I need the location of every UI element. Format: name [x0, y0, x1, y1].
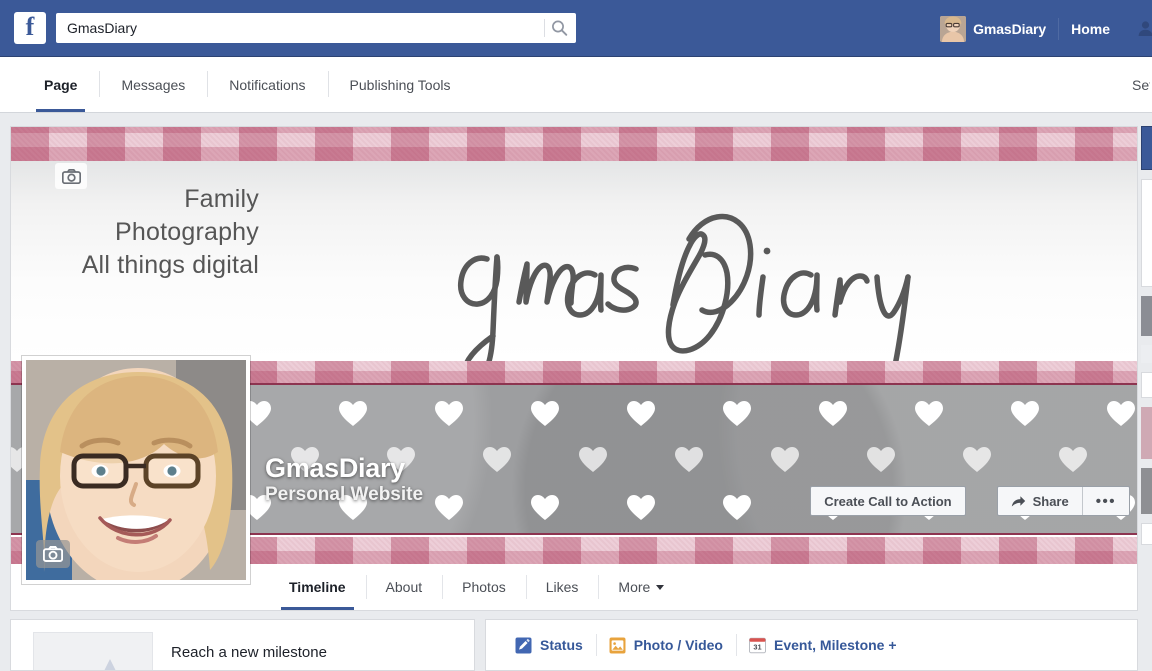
account-name-link[interactable]: GmasDiary: [973, 21, 1046, 37]
search-divider: [544, 19, 545, 37]
subnav-item-messages[interactable]: Messages: [99, 57, 207, 112]
edit-cover-camera-icon[interactable]: [55, 163, 87, 189]
tab-likes[interactable]: Likes: [525, 564, 599, 610]
create-call-to-action-label: Create Call to Action: [824, 493, 952, 509]
tab-label-photos: Photos: [462, 579, 506, 595]
more-options-button[interactable]: •••: [1081, 487, 1129, 515]
share-button-group: Share •••: [996, 486, 1130, 516]
subnav-right-group: Settings: [1132, 57, 1152, 112]
ellipsis-icon: •••: [1095, 492, 1116, 510]
friend-requests-icon[interactable]: [1130, 15, 1152, 43]
search-bar[interactable]: [56, 13, 576, 43]
facebook-logo-icon[interactable]: f: [14, 12, 46, 44]
sidebar-footer-card[interactable]: [1141, 523, 1152, 545]
sidebar-media-card[interactable]: [1141, 296, 1152, 336]
tab-label-about: About: [385, 579, 423, 595]
tab-label-more: More: [618, 579, 651, 595]
search-input[interactable]: [56, 13, 576, 43]
search-icon[interactable]: [551, 20, 568, 37]
page-admin-nav-items: Page Messages Notifications Publishing T…: [22, 57, 472, 112]
sidebar-photo-thumb-2[interactable]: [1141, 468, 1152, 514]
subnav-item-settings[interactable]: Settings: [1132, 77, 1150, 93]
svg-text:31: 31: [753, 642, 761, 651]
subnav-label-page: Page: [44, 76, 78, 93]
tab-timeline[interactable]: Timeline: [269, 564, 366, 610]
composer-photo-video-button[interactable]: Photo / Video: [595, 632, 736, 658]
tab-more[interactable]: More: [598, 564, 684, 610]
share-button[interactable]: Share: [998, 487, 1082, 515]
composer-status-button[interactable]: Status: [502, 632, 596, 658]
home-link[interactable]: Home: [1071, 21, 1110, 37]
post-composer: Status Photo / Video 31 Event, Milestone…: [485, 619, 1138, 671]
subnav-label-messages: Messages: [121, 76, 186, 93]
subnav-item-page[interactable]: Page: [22, 57, 99, 112]
page-category: Personal Website: [265, 484, 424, 506]
share-arrow-icon: [1011, 495, 1026, 508]
cover-action-buttons: Create Call to Action Share •••: [810, 486, 1130, 516]
share-label: Share: [1032, 493, 1069, 509]
profile-picture[interactable]: [22, 356, 250, 584]
page-admin-navigation: Page Messages Notifications Publishing T…: [0, 57, 1152, 113]
facebook-top-navigation-bar: f GmasDiary Home: [0, 0, 1152, 57]
cover-tagline-line-1: Family: [184, 185, 259, 213]
composer-photo-video-label: Photo / Video: [633, 637, 723, 653]
cover-tagline-line-2: Photography: [115, 218, 259, 246]
sidebar-divider-card: [1141, 345, 1152, 363]
tab-label-likes: Likes: [545, 579, 579, 595]
sidebar-section-heading: [1141, 372, 1152, 398]
milestone-suggestion-card[interactable]: Reach a new milestone: [10, 619, 475, 671]
edit-profile-picture-camera-icon[interactable]: [36, 540, 70, 568]
tab-about[interactable]: About: [365, 564, 443, 610]
photo-icon: [609, 637, 626, 654]
calendar-icon: 31: [749, 637, 766, 654]
create-call-to-action-button[interactable]: Create Call to Action: [810, 486, 966, 516]
cover-gingham-top-band: [11, 127, 1137, 161]
right-sidebar-column: [1141, 126, 1152, 648]
tab-label-timeline: Timeline: [289, 579, 346, 595]
subnav-item-notifications[interactable]: Notifications: [207, 57, 327, 112]
page-content-area: Family Photography All things digital Gm…: [0, 113, 1152, 671]
milestone-thumbnail: [33, 632, 153, 670]
page-tab-items: Timeline About Photos Likes More: [269, 564, 684, 610]
subnav-label-publishing-tools: Publishing Tools: [349, 76, 451, 93]
subnav-label-notifications: Notifications: [229, 76, 306, 93]
tab-photos[interactable]: Photos: [442, 564, 526, 610]
subnav-item-publishing-tools[interactable]: Publishing Tools: [327, 57, 473, 112]
account-avatar[interactable]: [940, 15, 967, 42]
sidebar-photo-thumb-1[interactable]: [1141, 407, 1152, 459]
cover-tagline-line-3: All things digital: [81, 251, 259, 279]
composer-event-milestone-label: Event, Milestone +: [774, 637, 897, 653]
page-title: GmasDiary: [265, 453, 405, 483]
composer-event-milestone-button[interactable]: 31 Event, Milestone +: [736, 632, 910, 658]
composer-status-label: Status: [540, 637, 583, 653]
cover-tagline: Family Photography All things digital: [11, 183, 259, 282]
chevron-down-icon: [656, 584, 665, 590]
nav-separator: [1058, 17, 1060, 40]
sidebar-promote-card[interactable]: [1141, 126, 1152, 170]
sidebar-info-card[interactable]: [1141, 179, 1152, 287]
top-nav-right-group: GmasDiary Home: [940, 0, 1152, 57]
page-identity-overlay: GmasDiary Personal Website: [265, 453, 423, 507]
pencil-icon: [515, 637, 532, 654]
milestone-text: Reach a new milestone: [171, 644, 327, 661]
